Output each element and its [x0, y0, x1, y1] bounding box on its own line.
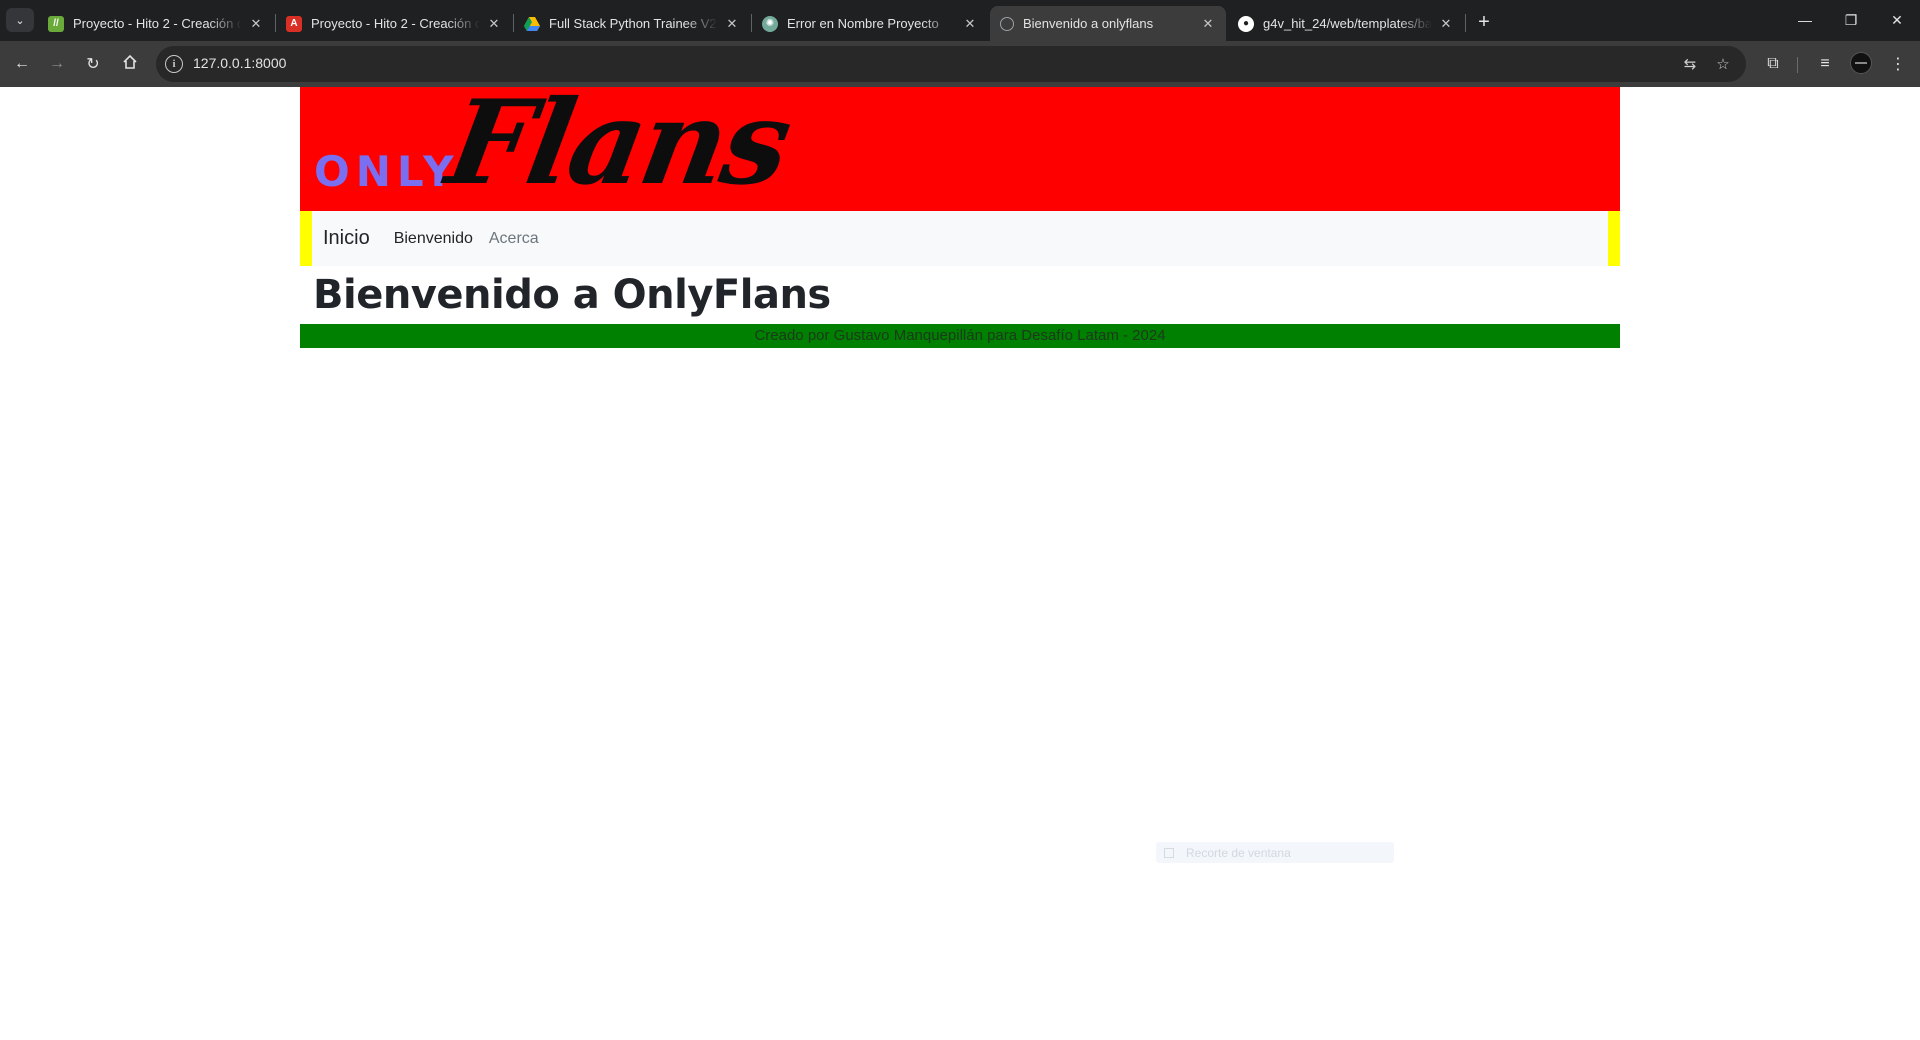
- nav-brand-inicio[interactable]: Inicio: [323, 227, 370, 250]
- github-icon: ●: [1238, 15, 1254, 32]
- chatgpt-icon: ✺: [762, 15, 778, 32]
- restore-button[interactable]: ❐: [1828, 0, 1874, 40]
- tab-1[interactable]: A Proyecto - Hito 2 - Creación de ✕: [276, 6, 512, 41]
- footer: Creado por Gustavo Manquepillán para Des…: [300, 324, 1620, 348]
- forward-button[interactable]: →: [41, 48, 73, 80]
- pdf-icon: A: [286, 15, 302, 32]
- tab-search-button[interactable]: ⌄: [6, 8, 34, 32]
- nav-link-bienvenido[interactable]: Bienvenido: [394, 230, 473, 248]
- site-info-icon[interactable]: i: [165, 55, 183, 73]
- address-bar[interactable]: i 127.0.0.1:8000 ⇆ ☆: [156, 46, 1746, 82]
- close-icon[interactable]: ✕: [1200, 16, 1216, 32]
- more-vertical-icon: ⋮: [1890, 56, 1906, 73]
- tab-3[interactable]: ✺ Error en Nombre Proyecto ✕: [752, 6, 988, 41]
- arrow-left-icon: ←: [14, 55, 30, 72]
- navbar: Inicio Bienvenido Acerca: [300, 211, 1620, 266]
- nav-link-acerca[interactable]: Acerca: [489, 230, 539, 248]
- drive-icon: [524, 16, 540, 32]
- new-tab-button[interactable]: +: [1470, 8, 1498, 36]
- page-title: Bienvenido a OnlyFlans: [313, 272, 831, 318]
- close-icon[interactable]: ✕: [724, 16, 740, 32]
- header-banner: ONLY Flans: [300, 87, 1620, 211]
- url-text[interactable]: 127.0.0.1:8000: [193, 55, 286, 71]
- tab-5[interactable]: ● g4v_hit_24/web/templates/bas ✕: [1228, 6, 1464, 41]
- minimize-button[interactable]: —: [1782, 0, 1828, 40]
- translate-icon[interactable]: ⇆: [1680, 54, 1700, 74]
- tab-title: Proyecto - Hito 2 - Creación de: [311, 16, 480, 31]
- menu-button[interactable]: ⋮: [1882, 48, 1914, 80]
- chevron-down-icon: ⌄: [15, 14, 25, 27]
- logo-flans-text: Flans: [438, 87, 799, 211]
- back-button[interactable]: ←: [6, 48, 38, 80]
- bookmark-star-icon[interactable]: ☆: [1713, 54, 1733, 74]
- arrow-right-icon: →: [49, 55, 65, 72]
- site-container: ONLY Flans Inicio Bienvenido Acerca Bien…: [300, 87, 1620, 348]
- profile-avatar[interactable]: [1850, 52, 1872, 74]
- extensions-button[interactable]: ⧉: [1757, 48, 1789, 80]
- tab-4-active[interactable]: Bienvenido a onlyflans ✕: [990, 6, 1226, 41]
- tab-title: Full Stack Python Trainee V2.0 (: [549, 16, 718, 31]
- close-window-button[interactable]: ✕: [1874, 0, 1920, 40]
- close-icon[interactable]: ✕: [248, 16, 264, 32]
- sheets-icon: //: [48, 15, 64, 32]
- tab-2[interactable]: Full Stack Python Trainee V2.0 ( ✕: [514, 6, 750, 41]
- media-controls-button[interactable]: ≡: [1809, 48, 1841, 80]
- snip-icon: [1164, 847, 1174, 858]
- minimize-icon: —: [1798, 12, 1812, 28]
- close-icon: ✕: [1891, 11, 1903, 28]
- window-snip-overlay[interactable]: Recorte de ventana: [1156, 842, 1394, 863]
- tab-strip: ⌄ // Proyecto - Hito 2 - Creación de ✕ A…: [0, 0, 1920, 41]
- page-viewport: ONLY Flans Inicio Bienvenido Acerca Bien…: [0, 87, 1920, 1040]
- restore-icon: ❐: [1844, 11, 1858, 28]
- tab-title: Error en Nombre Proyecto: [787, 16, 939, 31]
- tab-title: Bienvenido a onlyflans: [1023, 16, 1154, 31]
- tab-0[interactable]: // Proyecto - Hito 2 - Creación de ✕: [38, 6, 274, 41]
- home-button[interactable]: [114, 48, 146, 80]
- close-icon[interactable]: ✕: [486, 16, 502, 32]
- browser-toolbar: ← → ↻ i 127.0.0.1:8000 ⇆ ☆ ⧉ ≡ ⋮: [0, 41, 1920, 87]
- home-icon: [122, 54, 138, 75]
- puzzle-icon: ⧉: [1767, 55, 1779, 72]
- tab-separator: [1465, 14, 1466, 32]
- playlist-icon: ≡: [1820, 55, 1830, 72]
- tab-title: Proyecto - Hito 2 - Creación de: [73, 16, 242, 31]
- reload-icon: ↻: [86, 56, 100, 73]
- toolbar-divider: [1797, 57, 1798, 73]
- close-icon[interactable]: ✕: [1438, 16, 1454, 32]
- plus-icon: +: [1478, 10, 1490, 33]
- reload-button[interactable]: ↻: [77, 48, 109, 80]
- logo-only-text: ONLY: [314, 147, 460, 196]
- globe-icon: [1000, 16, 1014, 31]
- close-icon[interactable]: ✕: [962, 16, 978, 32]
- tab-title: g4v_hit_24/web/templates/bas: [1263, 16, 1432, 31]
- snip-label: Recorte de ventana: [1186, 845, 1291, 860]
